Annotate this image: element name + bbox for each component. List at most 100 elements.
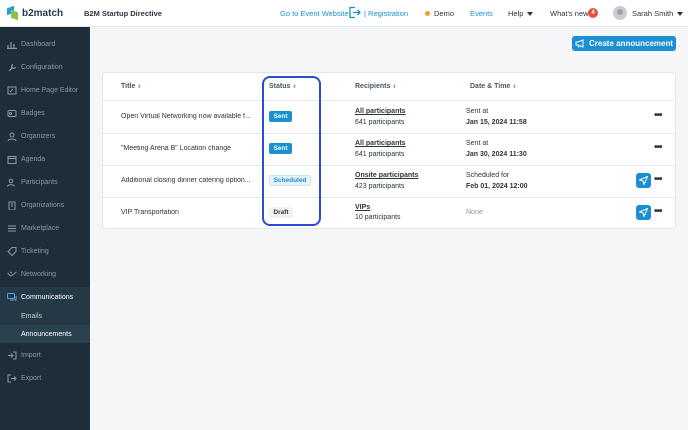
- sidebar-subitem-emails[interactable]: Emails: [0, 307, 90, 325]
- recipients-link[interactable]: VIPs: [355, 204, 370, 211]
- sidebar-item-agenda[interactable]: Agenda: [0, 149, 90, 169]
- more-options-icon[interactable]: •••: [654, 142, 662, 153]
- whats-new-link[interactable]: What's new: [550, 9, 589, 18]
- export-icon: [7, 374, 17, 383]
- row-divider: [103, 133, 675, 134]
- create-announcement-button[interactable]: Create announcement: [572, 36, 676, 51]
- send-icon: [639, 176, 648, 185]
- recipients-count: 10 participants: [355, 214, 401, 221]
- more-options-icon[interactable]: •••: [654, 206, 662, 217]
- sidebar-item-label: Ticketing: [21, 247, 49, 255]
- sidebar-item-participants[interactable]: Participants: [0, 172, 90, 192]
- more-options-icon[interactable]: •••: [654, 110, 662, 121]
- registration-link[interactable]: | Registration: [364, 9, 408, 18]
- import-icon: [7, 351, 17, 360]
- demo-link[interactable]: Demo: [434, 9, 454, 18]
- recipients-count: 423 participants: [355, 183, 405, 190]
- date-value: None: [466, 209, 483, 216]
- edit-icon: [7, 86, 17, 95]
- sidebar-subitem-announcements[interactable]: Announcements: [0, 325, 90, 343]
- date-value: Feb 01, 2024 12:00: [466, 183, 528, 190]
- create-announcement-label: Create announcement: [588, 39, 674, 48]
- list-icon: [7, 224, 17, 233]
- chevron-down-icon: [677, 12, 684, 17]
- announcement-title[interactable]: "Meeting Arena B" Location change: [121, 145, 259, 152]
- chart-icon: [7, 40, 17, 49]
- wrench-icon: [7, 63, 17, 72]
- notification-badge: 4: [588, 8, 598, 18]
- event-website-link[interactable]: Go to Event Website: [280, 9, 349, 18]
- date-value: Jan 30, 2024 11:30: [466, 151, 527, 158]
- recipients-count: 641 participants: [355, 151, 405, 158]
- user-icon: [7, 132, 17, 141]
- row-divider: [103, 100, 675, 101]
- avatar[interactable]: [613, 6, 627, 20]
- events-link[interactable]: Events: [470, 9, 493, 18]
- send-icon: [639, 208, 648, 217]
- exit-icon[interactable]: [348, 6, 361, 19]
- chevron-down-icon: [527, 12, 534, 17]
- date-label: Scheduled for: [466, 172, 510, 179]
- recipients-link[interactable]: All participants: [355, 140, 406, 147]
- tag-icon: [7, 246, 17, 256]
- sidebar-item-label: Import: [21, 351, 41, 359]
- sidebar-item-dashboard[interactable]: Dashboard: [0, 34, 90, 54]
- sort-icon: ⬍: [512, 84, 517, 90]
- sidebar-item-export[interactable]: Export: [0, 368, 90, 388]
- sidebar-item-home-page-editor[interactable]: Home Page Editor: [0, 80, 90, 100]
- badge-icon: [7, 109, 17, 118]
- sidebar-item-label: Organizers: [21, 132, 56, 140]
- sidebar-item-communications[interactable]: Communications: [0, 287, 90, 307]
- sort-icon: ⬍: [392, 84, 397, 90]
- row-divider: [103, 165, 675, 166]
- send-now-button[interactable]: [636, 205, 651, 220]
- date-label: Sent at: [466, 140, 489, 147]
- sidebar-item-label: Home Page Editor: [21, 86, 79, 94]
- help-menu[interactable]: Help: [508, 9, 534, 18]
- sidebar-item-label: Organizations: [21, 201, 65, 209]
- user-menu[interactable]: Sarah Smith: [632, 9, 684, 18]
- brand-name: b2match: [22, 7, 64, 19]
- sidebar-item-ticketing[interactable]: Ticketing: [0, 241, 90, 261]
- send-now-button[interactable]: [636, 173, 651, 188]
- sidebar-item-label: Badges: [21, 109, 45, 117]
- sidebar-item-label: Networking: [21, 270, 57, 278]
- date-value: Jan 15, 2024 11:58: [466, 119, 527, 126]
- sidebar-item-label: Export: [21, 374, 42, 382]
- announcement-title[interactable]: VIP Transportation: [121, 209, 259, 216]
- recipients-count: 641 participants: [355, 119, 405, 126]
- more-options-icon[interactable]: •••: [654, 174, 662, 185]
- users-icon: [7, 178, 17, 187]
- sidebar-item-label: Configuration: [21, 63, 63, 71]
- demo-status-dot: [425, 11, 430, 16]
- sidebar-item-label: Communications: [21, 293, 74, 301]
- announcement-title[interactable]: Additional closing dinner catering optio…: [121, 177, 259, 184]
- logo-icon: [7, 5, 18, 21]
- recipients-link[interactable]: Onsite participants: [355, 172, 418, 179]
- sidebar-item-label: Dashboard: [21, 40, 56, 48]
- column-header-recipients[interactable]: Recipients ⬍: [355, 83, 397, 90]
- announcement-title[interactable]: Open Virtual Networking now available f.…: [121, 113, 259, 120]
- building-icon: [7, 201, 17, 210]
- brand-logo[interactable]: b2match: [7, 5, 64, 21]
- sidebar-item-badges[interactable]: Badges: [0, 103, 90, 123]
- recipients-link[interactable]: All participants: [355, 108, 406, 115]
- row-divider: [103, 197, 675, 198]
- status-column-highlight: [262, 76, 321, 226]
- column-header-date-time[interactable]: Date & Time ⬍: [470, 83, 517, 90]
- sidebar-item-organizations[interactable]: Organizations: [0, 195, 90, 215]
- date-label: Sent at: [466, 108, 489, 115]
- chat-icon: [7, 292, 17, 302]
- sidebar-item-organizers[interactable]: Organizers: [0, 126, 90, 146]
- sidebar-item-networking[interactable]: Networking: [0, 264, 90, 284]
- sidebar-item-import[interactable]: Import: [0, 345, 90, 365]
- event-name: B2M Startup Directive: [84, 9, 162, 18]
- sidebar-item-configuration[interactable]: Configuration: [0, 57, 90, 77]
- megaphone-icon: [575, 39, 584, 48]
- handshake-icon: [7, 270, 17, 279]
- sidebar-item-marketplace[interactable]: Marketplace: [0, 218, 90, 238]
- column-header-title[interactable]: Title ⬍: [121, 83, 141, 90]
- sidebar-item-label: Marketplace: [21, 224, 60, 232]
- sidebar-item-label: Participants: [21, 178, 58, 186]
- sidebar-item-label: Agenda: [21, 155, 46, 163]
